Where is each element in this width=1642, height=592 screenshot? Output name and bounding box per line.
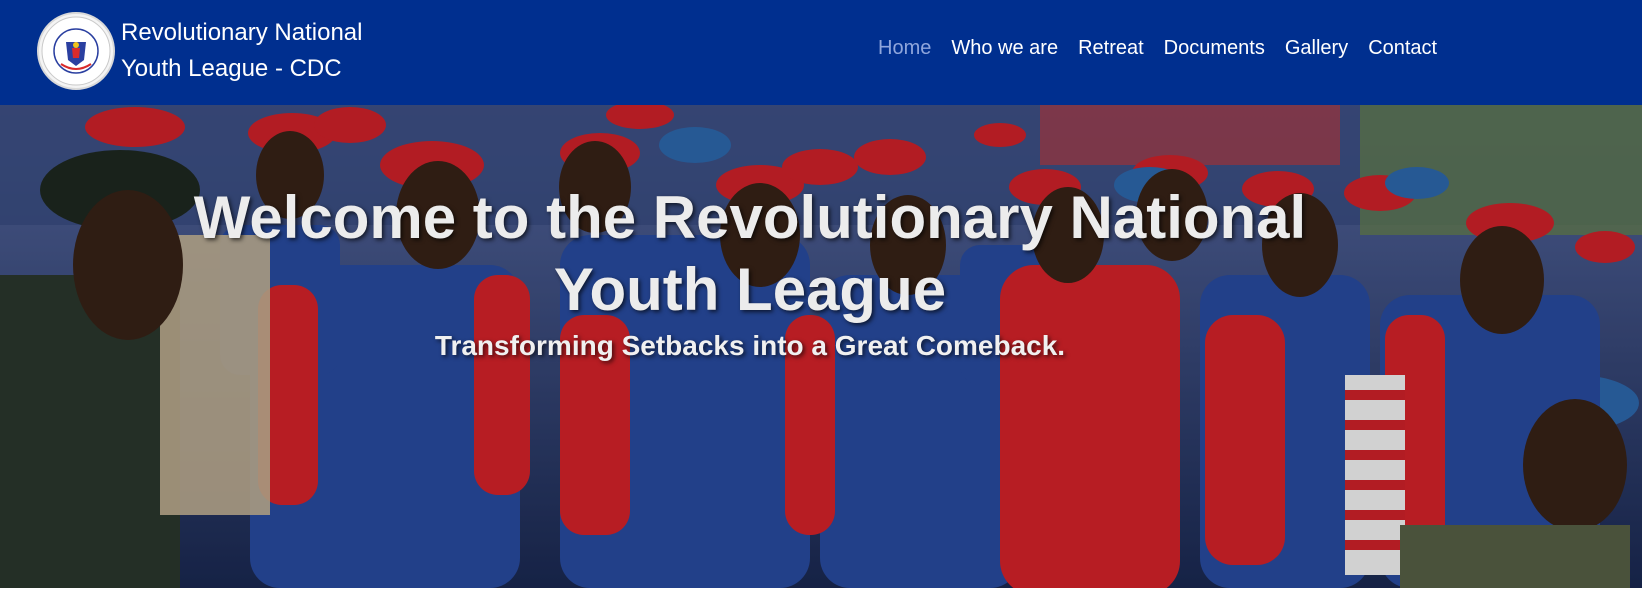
logo-emblem-icon <box>41 16 111 86</box>
nav-who-we-are[interactable]: Who we are <box>951 34 1058 62</box>
league-logo[interactable] <box>37 12 115 90</box>
nav-retreat[interactable]: Retreat <box>1078 34 1144 62</box>
nav-contact[interactable]: Contact <box>1368 34 1437 62</box>
hero-banner: Welcome to the Revolutionary National Yo… <box>0 105 1642 588</box>
top-navbar: Revolutionary National Youth League - CD… <box>0 0 1642 105</box>
nav-gallery[interactable]: Gallery <box>1285 34 1348 62</box>
hero-subtitle: Transforming Setbacks into a Great Comeb… <box>434 330 1066 361</box>
brand-title-line2[interactable]: Youth League - CDC <box>121 51 362 87</box>
main-nav: Home Who we are Retreat Documents Galler… <box>878 34 1457 62</box>
page-divider <box>0 588 1642 592</box>
nav-home[interactable]: Home <box>878 34 931 62</box>
nav-documents[interactable]: Documents <box>1164 34 1265 62</box>
hero-title: Welcome to the Revolutionary National Yo… <box>193 184 1307 323</box>
brand[interactable]: Revolutionary National Youth League - CD… <box>37 12 362 90</box>
brand-title-line1[interactable]: Revolutionary National <box>121 15 362 51</box>
